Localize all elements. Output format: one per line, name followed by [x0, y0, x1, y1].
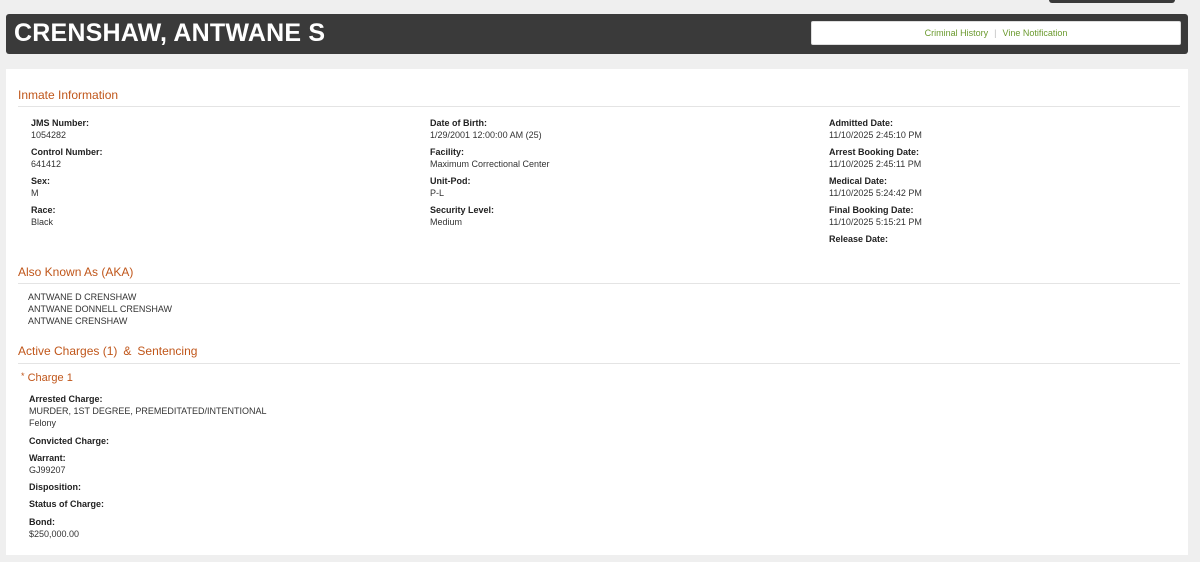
- field-label: Arrest Booking Date:: [829, 147, 920, 157]
- field-label: Medical Date:: [829, 176, 888, 186]
- field-value: 641412: [31, 159, 62, 169]
- active-charges-label: Active Charges (1): [18, 344, 118, 358]
- active-charges-title: Active Charges (1) & Sentencing: [18, 344, 197, 358]
- field-label: Bond:: [29, 517, 55, 527]
- bond-field: Bond: $250,000.00: [29, 516, 79, 540]
- vine-notification-link[interactable]: Vine Notification: [1002, 28, 1067, 38]
- field-label: Control Number:: [31, 147, 103, 157]
- inmate-info-title: Inmate Information: [18, 88, 119, 102]
- security-level-field: Security Level: Medium: [430, 204, 494, 228]
- field-label: JMS Number:: [31, 118, 90, 128]
- charge-1-heading[interactable]: * Charge 1: [21, 371, 73, 384]
- field-value: 11/10/2025 2:45:10 PM: [829, 130, 922, 140]
- admitted-date-field: Admitted Date: 11/10/2025 2:45:10 PM: [829, 117, 922, 141]
- field-label: Sex:: [31, 176, 51, 186]
- charge-class: Felony: [29, 418, 57, 428]
- divider: [18, 106, 1180, 107]
- field-label: Release Date:: [829, 234, 889, 244]
- divider: [18, 283, 1180, 284]
- field-label: Security Level:: [430, 205, 495, 215]
- field-label: Warrant:: [29, 453, 66, 463]
- detail-panel: Inmate Information JMS Number: 1054282 C…: [6, 69, 1188, 555]
- field-value: 11/10/2025 2:45:11 PM: [829, 159, 922, 169]
- field-label: Unit-Pod:: [430, 176, 471, 186]
- release-date-field: Release Date:: [829, 233, 888, 245]
- header-links-box: Criminal History | Vine Notification: [811, 21, 1181, 45]
- field-label: Disposition:: [29, 482, 81, 492]
- field-label: Admitted Date:: [829, 118, 894, 128]
- field-value: MURDER, 1ST DEGREE, PREMEDITATED/INTENTI…: [29, 406, 267, 416]
- aka-title: Also Known As (AKA): [18, 265, 134, 279]
- arrest-booking-date-field: Arrest Booking Date: 11/10/2025 2:45:11 …: [829, 146, 921, 170]
- field-label: Convicted Charge:: [29, 436, 110, 446]
- facility-field: Facility: Maximum Correctional Center: [430, 146, 550, 170]
- control-number-field: Control Number: 641412: [31, 146, 103, 170]
- required-star: *: [21, 371, 25, 381]
- field-value: 11/10/2025 5:15:21 PM: [829, 217, 922, 227]
- status-of-charge-field: Status of Charge:: [29, 498, 104, 510]
- aka-list: ANTWANE D CRENSHAW ANTWANE DONNELL CRENS…: [28, 291, 172, 327]
- field-label: Arrested Charge:: [29, 394, 103, 404]
- field-value: $250,000.00: [29, 529, 80, 539]
- field-value: 11/10/2025 5:24:42 PM: [829, 188, 922, 198]
- convicted-charge-field: Convicted Charge:: [29, 435, 109, 447]
- field-label: Date of Birth:: [430, 118, 487, 128]
- date-of-birth-field: Date of Birth: 1/29/2001 12:00:00 AM (25…: [430, 117, 542, 141]
- final-booking-date-field: Final Booking Date: 11/10/2025 5:15:21 P…: [829, 204, 922, 228]
- criminal-history-link[interactable]: Criminal History: [925, 28, 989, 38]
- aka-name: ANTWANE CRENSHAW: [28, 316, 128, 326]
- field-value: 1/29/2001 12:00:00 AM (25): [430, 130, 542, 140]
- unit-pod-field: Unit-Pod: P-L: [430, 175, 471, 199]
- charge-title: Charge 1: [27, 372, 73, 384]
- aka-name: ANTWANE D CRENSHAW: [28, 292, 137, 302]
- warrant-field: Warrant: GJ99207: [29, 452, 66, 476]
- field-label: Facility:: [430, 147, 465, 157]
- field-value: Maximum Correctional Center: [430, 159, 550, 169]
- field-value: Black: [31, 217, 54, 227]
- field-value: Medium: [430, 217, 463, 227]
- field-value: P-L: [430, 188, 445, 198]
- field-label: Status of Charge:: [29, 499, 105, 509]
- top-tab-edge: [1049, 0, 1175, 3]
- field-value: M: [31, 188, 39, 198]
- sentencing-label: Sentencing: [137, 344, 198, 358]
- field-value: 1054282: [31, 130, 67, 140]
- field-label: Race:: [31, 205, 56, 215]
- arrested-charge-field: Arrested Charge: MURDER, 1ST DEGREE, PRE…: [29, 393, 267, 429]
- inmate-name-title: CRENSHAW, ANTWANE S: [14, 19, 326, 47]
- divider: [18, 363, 1180, 364]
- medical-date-field: Medical Date: 11/10/2025 5:24:42 PM: [829, 175, 922, 199]
- field-value: GJ99207: [29, 465, 66, 475]
- sex-field: Sex: M: [31, 175, 50, 199]
- field-label: Final Booking Date:: [829, 205, 914, 215]
- link-separator: |: [994, 28, 997, 38]
- race-field: Race: Black: [31, 204, 56, 228]
- disposition-field: Disposition:: [29, 481, 81, 493]
- header-bar: CRENSHAW, ANTWANE S Criminal History | V…: [6, 14, 1188, 54]
- aka-name: ANTWANE DONNELL CRENSHAW: [28, 304, 173, 314]
- ampersand: &: [123, 344, 132, 358]
- jms-number-field: JMS Number: 1054282: [31, 117, 89, 141]
